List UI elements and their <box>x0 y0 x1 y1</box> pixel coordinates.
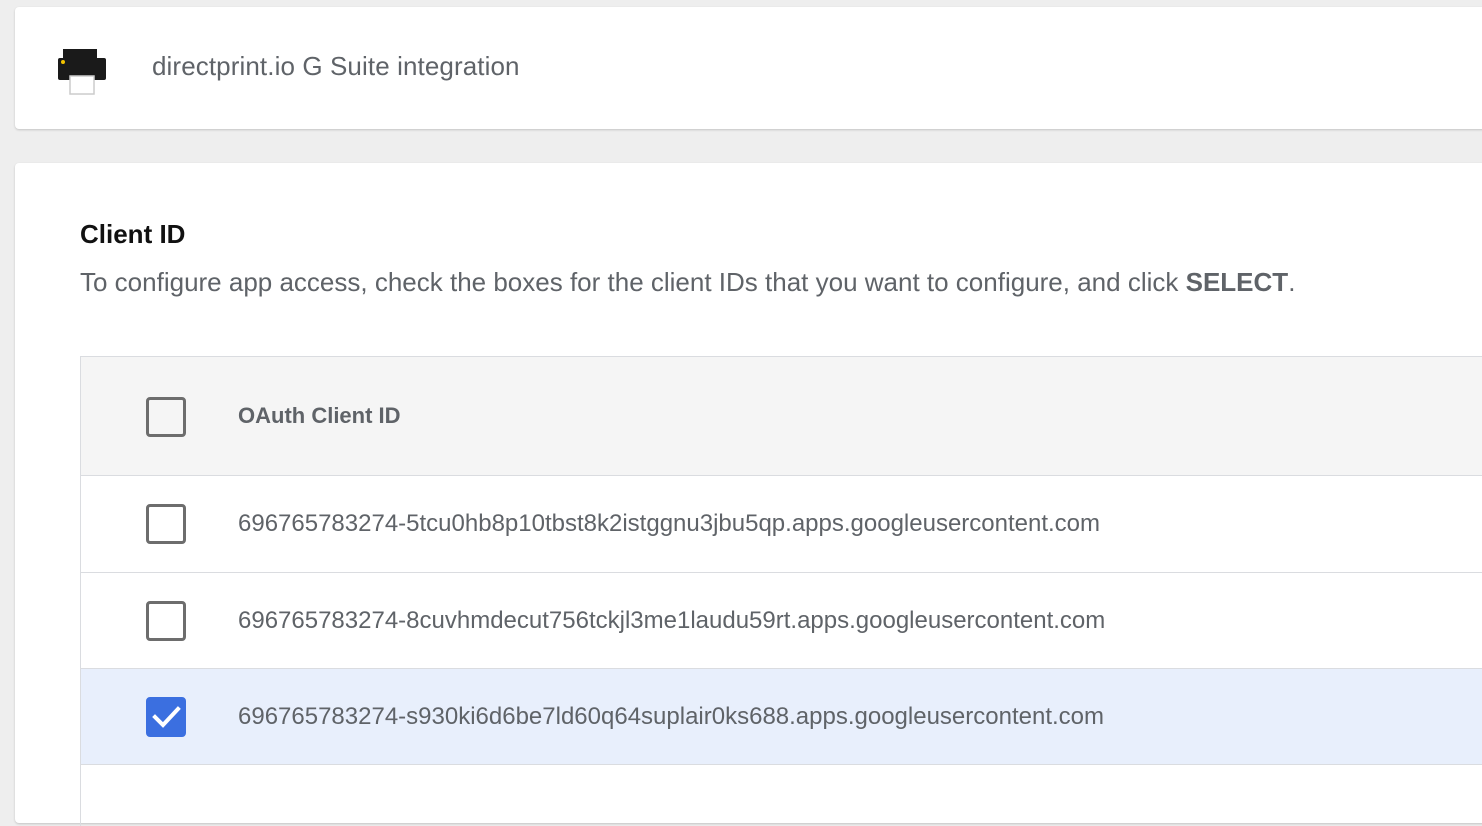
table-header-row: OAuth Client ID <box>81 357 1482 476</box>
section-description: To configure app access, check the boxes… <box>80 267 1295 298</box>
table-row[interactable]: 696765783274-5tcu0hb8p10tbst8k2istggnu3j… <box>81 476 1482 573</box>
client-id-cell: 696765783274-5tcu0hb8p10tbst8k2istggnu3j… <box>238 510 1101 537</box>
description-suffix: . <box>1288 267 1296 297</box>
client-id-table: OAuth Client ID 696765783274-5tcu0hb8p10… <box>80 356 1482 826</box>
row-checkbox[interactable] <box>146 601 186 641</box>
select-all-checkbox[interactable] <box>146 397 186 437</box>
row-checkbox-checked[interactable] <box>146 697 186 737</box>
client-id-card: Client ID To configure app access, check… <box>15 163 1482 826</box>
app-title: directprint.io G Suite integration <box>152 51 520 81</box>
printer-icon <box>57 49 107 95</box>
client-id-cell: 696765783274-s930ki6d6be7ld60q64suplair0… <box>238 703 1105 730</box>
description-select-keyword: SELECT <box>1185 267 1289 297</box>
app-header-card: directprint.io G Suite integration <box>15 7 1482 129</box>
row-checkbox[interactable] <box>146 504 186 544</box>
description-text: To configure app access, check the boxes… <box>80 267 1186 297</box>
table-row-selected[interactable]: 696765783274-s930ki6d6be7ld60q64suplair0… <box>81 669 1482 765</box>
section-title: Client ID <box>80 219 186 249</box>
client-id-cell: 696765783274-8cuvhmdecut756tckjl3me1laud… <box>238 607 1106 634</box>
table-row[interactable]: 696765783274-8cuvhmdecut756tckjl3me1laud… <box>81 573 1482 669</box>
column-header-oauth-client-id: OAuth Client ID <box>238 403 401 428</box>
checkmark-icon <box>152 706 181 728</box>
